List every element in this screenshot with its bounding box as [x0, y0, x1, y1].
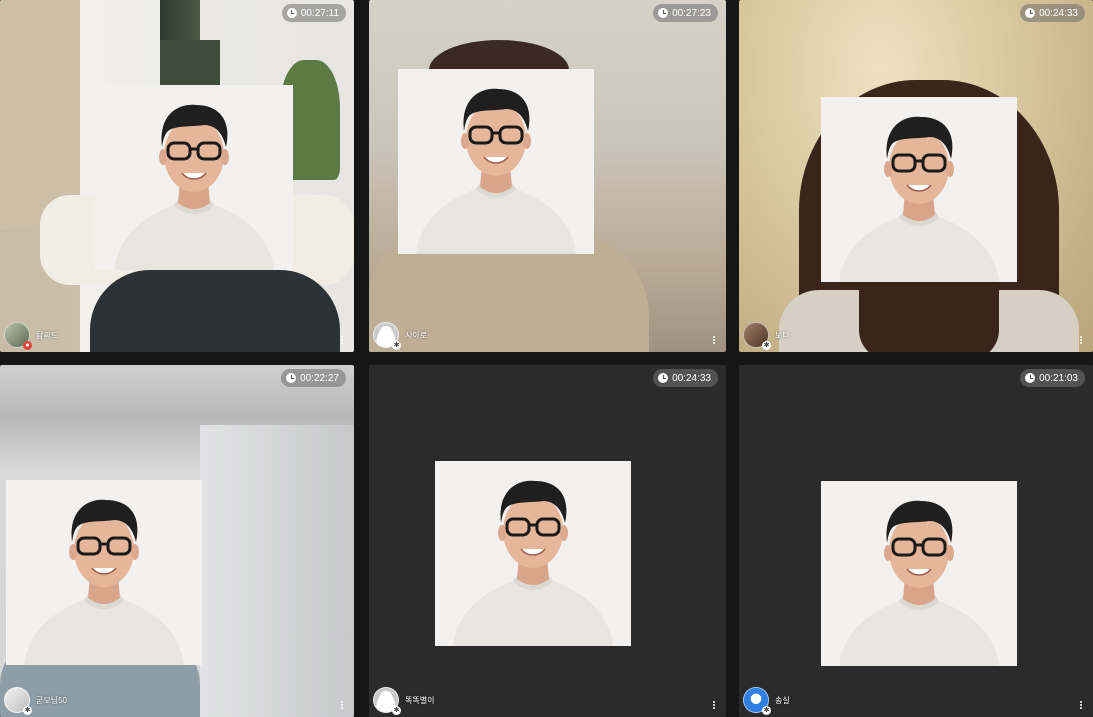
call-timer: 00:24:33	[653, 369, 718, 387]
host-badge-icon: ✱	[762, 341, 771, 350]
user-photo-icon[interactable]: ✱	[4, 687, 32, 715]
clock-icon	[286, 373, 297, 383]
clock-icon	[1025, 373, 1036, 383]
video-tile-4[interactable]: 00:22:27 ✱ 굳모닝50	[0, 365, 354, 717]
clock-icon	[1025, 8, 1036, 18]
participant-label: ✱ 똑똑별이	[373, 687, 434, 715]
call-timer: 00:27:11	[281, 4, 346, 22]
host-badge-icon: ✱	[392, 706, 401, 715]
profile-photo	[821, 97, 1017, 282]
profile-photo	[6, 480, 202, 665]
clock-icon	[658, 8, 669, 18]
participant-label: ✱ 보다	[743, 322, 790, 350]
clock-icon	[286, 8, 297, 18]
call-timer: 00:21:03	[1020, 369, 1085, 387]
participant-label: ● 탐짜드	[4, 322, 58, 350]
video-tile-2[interactable]: 00:27:23 ✱ 시아로	[369, 0, 726, 352]
more-options-icon[interactable]	[713, 336, 716, 344]
clock-icon	[658, 373, 669, 383]
more-options-icon[interactable]	[1080, 701, 1083, 709]
call-timer: 00:27:23	[653, 4, 718, 22]
profile-photo	[435, 461, 631, 646]
profile-photo	[398, 69, 594, 254]
background-wall	[200, 425, 354, 717]
call-timer: 00:24:33	[1020, 4, 1085, 22]
mic-off-icon: ●	[23, 341, 32, 350]
host-badge-icon: ✱	[762, 706, 771, 715]
user-photo-icon[interactable]: ✱	[743, 687, 771, 715]
default-user-icon[interactable]: ✱	[373, 687, 401, 715]
video-grid: 00:27:11 ● 탐짜드 00:27:23 ✱ 시아로 00:24:33 ✱…	[0, 0, 1093, 717]
user-photo-icon[interactable]: ●	[4, 322, 32, 350]
more-options-icon[interactable]	[713, 701, 716, 709]
video-tile-5[interactable]: 00:24:33 ✱ 똑똑별이	[369, 365, 726, 717]
more-options-icon[interactable]	[341, 336, 344, 344]
more-options-icon[interactable]	[341, 701, 344, 709]
video-tile-6[interactable]: 00:21:03 ✱ 송실	[739, 365, 1093, 717]
call-timer: 00:22:27	[281, 369, 346, 387]
more-options-icon[interactable]	[1080, 336, 1083, 344]
default-user-icon[interactable]: ✱	[373, 322, 401, 350]
profile-photo	[821, 481, 1017, 666]
video-tile-1[interactable]: 00:27:11 ● 탐짜드	[0, 0, 354, 352]
participant-label: ✱ 굳모닝50	[4, 687, 67, 715]
video-tile-3[interactable]: 00:24:33 ✱ 보다	[739, 0, 1093, 352]
participant-label: ✱ 송실	[743, 687, 790, 715]
profile-photo	[95, 85, 293, 270]
user-photo-icon[interactable]: ✱	[743, 322, 771, 350]
host-badge-icon: ✱	[392, 341, 401, 350]
host-badge-icon: ✱	[23, 706, 32, 715]
participant-shirt	[90, 270, 340, 352]
participant-label: ✱ 시아로	[373, 322, 427, 350]
